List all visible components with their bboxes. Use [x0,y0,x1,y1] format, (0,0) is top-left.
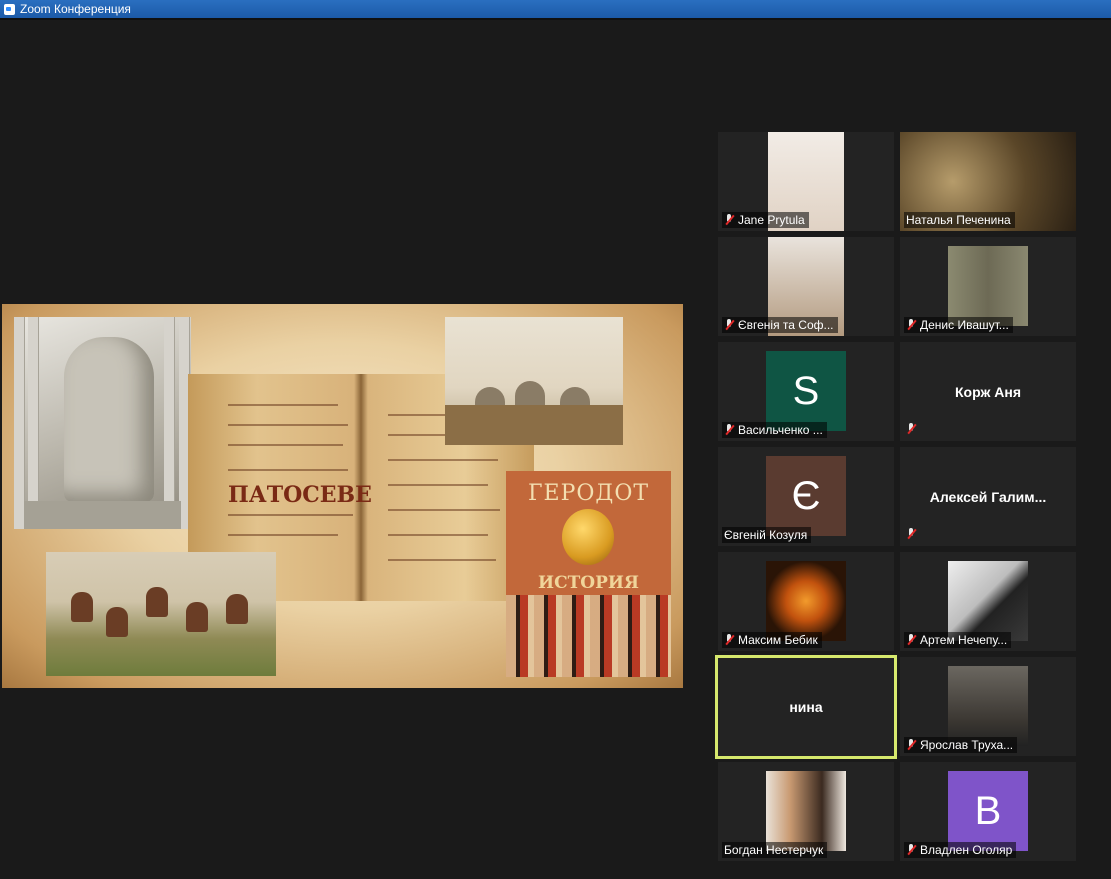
participant-tile[interactable]: Богдан Нестерчук [718,762,894,861]
participant-tile[interactable]: Є Євгеній Козуля [718,447,894,546]
gold-mask-icon [562,509,614,565]
zoom-logo-icon [4,3,15,15]
participant-video [948,246,1028,326]
mic-muted-icon [724,214,734,226]
participant-tile[interactable]: Євгенія та Соф... [718,237,894,336]
mic-muted-icon [724,424,734,436]
participant-avatar: Є [766,456,846,536]
participant-tile[interactable]: Ярослав Труха... [900,657,1076,756]
participant-video [766,561,846,641]
participant-tile[interactable]: Артем Нечепу... [900,552,1076,651]
mic-muted-icon [906,634,916,646]
participant-avatar: S [766,351,846,431]
participant-name: нина [789,699,823,715]
participant-name-tag: Наталья Печенина [904,212,1015,228]
mic-muted-icon [724,319,734,331]
titlebar-divider [0,18,1111,20]
window-titlebar[interactable]: Zoom Конференция [0,0,1111,18]
mic-muted-icon [906,739,916,751]
participant-avatar: B [948,771,1028,851]
participant-tile[interactable]: Корж Аня [900,342,1076,441]
participant-tile-active-speaker[interactable]: нина [715,655,897,759]
participant-tile[interactable]: Алексей Галим... [900,447,1076,546]
participant-tile[interactable]: Наталья Печенина [900,132,1076,231]
participant-name-tag: Ярослав Труха... [904,737,1018,753]
book-cover-image: ГЕРОДОТ ИСТОРИЯ [506,471,671,677]
mic-muted-icon [906,844,916,856]
manuscript-text: ПАТОСЕВЕ [228,482,372,508]
book-cover-subtitle: ИСТОРИЯ [538,573,639,593]
mic-muted-icon [906,319,916,331]
participant-video [948,561,1028,641]
participant-tile[interactable]: S Васильченко ... [718,342,894,441]
participant-tile[interactable]: B Владлен Оголяр [900,762,1076,861]
shared-screen[interactable]: ПАТОСЕВЕ ГЕРОДОТ ИСТОРИЯ [2,304,683,688]
participant-name: Корж Аня [954,383,1021,400]
participant-name-tag: Артем Нечепу... [904,632,1012,648]
nomad-camp-image [445,317,623,445]
book-cover-title: ГЕРОДОТ [527,481,650,506]
participant-video [948,666,1028,746]
mic-muted-icon [906,423,916,435]
participant-name-tag: Максим Бебик [722,632,822,648]
participant-name: Алексей Галим... [929,488,1047,505]
participant-name-tag: Богдан Нестерчук [722,842,828,858]
participant-name-tag: Євгенія та Соф... [722,317,838,333]
participant-video [766,771,846,851]
herodotus-statue-image [14,317,191,529]
window-title: Zoom Конференция [20,2,131,16]
participant-name-tag: Євгеній Козуля [722,527,812,543]
mic-muted-icon [724,634,734,646]
participant-tile[interactable]: Денис Ивашут... [900,237,1076,336]
participant-name-tag: Денис Ивашут... [904,317,1013,333]
participant-tile[interactable]: Jane Prytula [718,132,894,231]
participant-name-tag: Владлен Оголяр [904,842,1017,858]
participant-tile[interactable]: Максим Бебик [718,552,894,651]
participant-name-tag: Васильченко ... [722,422,827,438]
scythian-riders-image [46,552,276,676]
mic-muted-icon [906,528,916,540]
participant-name-tag: Jane Prytula [722,212,809,228]
